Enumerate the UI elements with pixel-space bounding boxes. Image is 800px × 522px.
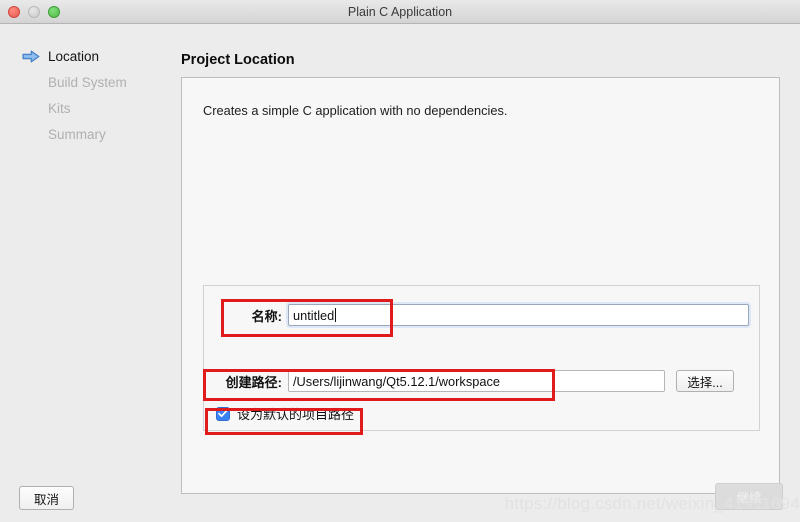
sidebar-item-summary[interactable]: Summary [0,121,181,147]
sidebar-item-kits[interactable]: Kits [0,95,181,121]
default-path-checkbox[interactable] [216,406,230,421]
project-path-input[interactable]: /Users/lijinwang/Qt5.12.1/workspace [288,370,665,392]
project-name-value: untitled [293,307,335,323]
zoom-button[interactable] [48,5,60,18]
checkmark-icon [218,409,228,418]
project-name-label: 名称: [251,308,282,324]
browse-button[interactable]: 选择... [676,370,734,392]
project-name-input[interactable]: untitled [288,304,749,326]
cancel-button[interactable]: 取消 [19,486,74,510]
location-panel: Creates a simple C application with no d… [181,77,780,494]
minimize-button[interactable] [28,5,40,18]
window-title: Plain C Application [347,4,453,19]
sidebar-item-label: Kits [48,100,71,116]
dialog-footer: 取消 继续 [0,476,800,522]
sidebar-item-label: Build System [48,74,127,90]
wizard-sidebar: Location Build System Kits Summary [0,24,181,522]
project-path-row: 创建路径: /Users/lijinwang/Qt5.12.1/workspac… [204,370,759,392]
project-path-label: 创建路径: [225,374,282,390]
project-path-value: /Users/lijinwang/Qt5.12.1/workspace [293,373,500,389]
sidebar-item-label: Summary [48,126,106,142]
close-button[interactable] [8,5,20,18]
page-title: Project Location [181,52,295,68]
window-controls [8,5,60,18]
blue-arrow-icon [22,50,40,63]
default-path-checkbox-label: 设为默认的项目路径 [237,407,355,422]
dialog-body: Location Build System Kits Summary Proje… [0,24,800,522]
application-window: Plain C Application Location Build Syste… [0,0,800,522]
panel-description: Creates a simple C application with no d… [203,103,508,118]
project-form-panel: 名称: untitled 创建路径: /Users/lijinwang/Qt5.… [203,285,760,431]
sidebar-item-location[interactable]: Location [0,43,181,69]
wizard-main-pane: Project Location Creates a simple C appl… [181,24,800,522]
text-caret [335,308,337,322]
project-name-row: 名称: untitled [204,304,759,326]
default-path-checkbox-row[interactable]: 设为默认的项目路径 [204,404,771,423]
sidebar-item-label: Location [48,48,100,64]
sidebar-item-build-system[interactable]: Build System [0,69,181,95]
continue-button: 继续 [715,483,783,510]
title-bar: Plain C Application [0,0,800,24]
